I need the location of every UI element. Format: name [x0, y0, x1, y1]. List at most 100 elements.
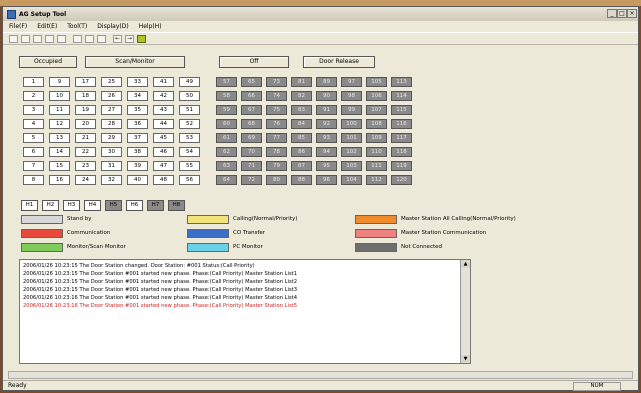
station-cell[interactable]: 32 — [101, 175, 122, 185]
station-cell[interactable]: 88 — [291, 175, 312, 185]
station-cell[interactable]: 76 — [266, 119, 287, 129]
cut-icon[interactable] — [73, 35, 82, 43]
station-cell[interactable]: 4 — [23, 119, 44, 129]
station-cell[interactable]: 66 — [241, 91, 262, 101]
close-icon[interactable]: × — [627, 9, 637, 18]
station-cell[interactable]: 34 — [127, 91, 148, 101]
station-cell[interactable]: 95 — [316, 161, 337, 171]
station-cell[interactable]: 20 — [75, 119, 96, 129]
station-cell[interactable]: 118 — [391, 147, 412, 157]
station-cell[interactable]: 68 — [241, 119, 262, 129]
station-cell[interactable]: 35 — [127, 105, 148, 115]
station-cell[interactable]: 62 — [216, 147, 237, 157]
station-cell[interactable]: 18 — [75, 91, 96, 101]
station-cell[interactable]: 30 — [101, 147, 122, 157]
station-cell[interactable]: 19 — [75, 105, 96, 115]
station-cell[interactable]: 112 — [366, 175, 387, 185]
station-cell[interactable]: 73 — [266, 77, 287, 87]
station-cell[interactable]: 52 — [179, 119, 200, 129]
h-cell[interactable]: H7 — [147, 200, 164, 211]
station-cell[interactable]: 74 — [266, 91, 287, 101]
station-cell[interactable]: 103 — [341, 161, 362, 171]
station-cell[interactable]: 60 — [216, 119, 237, 129]
station-cell[interactable]: 5 — [23, 133, 44, 143]
station-cell[interactable]: 28 — [101, 119, 122, 129]
station-cell[interactable]: 111 — [366, 161, 387, 171]
station-cell[interactable]: 120 — [391, 175, 412, 185]
off-button[interactable]: Off — [219, 56, 289, 68]
station-cell[interactable]: 116 — [391, 119, 412, 129]
station-cell[interactable]: 78 — [266, 147, 287, 157]
back-arrow-icon[interactable]: ← — [113, 35, 122, 43]
station-cell[interactable]: 96 — [316, 175, 337, 185]
station-cell[interactable]: 36 — [127, 119, 148, 129]
station-cell[interactable]: 2 — [23, 91, 44, 101]
open-folder-icon[interactable] — [21, 35, 30, 43]
station-cell[interactable]: 87 — [291, 161, 312, 171]
station-cell[interactable]: 14 — [49, 147, 70, 157]
station-cell[interactable]: 15 — [49, 161, 70, 171]
station-cell[interactable]: 7 — [23, 161, 44, 171]
h-cell[interactable]: H3 — [63, 200, 80, 211]
station-cell[interactable]: 37 — [127, 133, 148, 143]
minimize-icon[interactable]: _ — [607, 9, 617, 18]
log-vertical-scrollbar[interactable]: ▲ ▼ — [460, 260, 470, 363]
station-cell[interactable]: 22 — [75, 147, 96, 157]
station-cell[interactable]: 12 — [49, 119, 70, 129]
station-cell[interactable]: 83 — [291, 105, 312, 115]
occupied-button[interactable]: Occupied — [19, 56, 77, 68]
station-cell[interactable]: 13 — [49, 133, 70, 143]
station-cell[interactable]: 69 — [241, 133, 262, 143]
station-cell[interactable]: 84 — [291, 119, 312, 129]
station-cell[interactable]: 8 — [23, 175, 44, 185]
station-cell[interactable]: 86 — [291, 147, 312, 157]
scroll-up-icon[interactable]: ▲ — [461, 260, 470, 268]
station-cell[interactable]: 27 — [101, 105, 122, 115]
station-cell[interactable]: 115 — [391, 105, 412, 115]
station-cell[interactable]: 17 — [75, 77, 96, 87]
station-cell[interactable]: 63 — [216, 161, 237, 171]
station-cell[interactable]: 107 — [366, 105, 387, 115]
station-cell[interactable]: 61 — [216, 133, 237, 143]
station-cell[interactable]: 59 — [216, 105, 237, 115]
h-cell[interactable]: H5 — [105, 200, 122, 211]
station-cell[interactable]: 80 — [266, 175, 287, 185]
station-cell[interactable]: 42 — [153, 91, 174, 101]
print-icon[interactable] — [57, 35, 66, 43]
station-cell[interactable]: 93 — [316, 133, 337, 143]
station-cell[interactable]: 54 — [179, 147, 200, 157]
station-cell[interactable]: 82 — [291, 91, 312, 101]
station-cell[interactable]: 51 — [179, 105, 200, 115]
station-cell[interactable]: 3 — [23, 105, 44, 115]
station-cell[interactable]: 77 — [266, 133, 287, 143]
station-cell[interactable]: 114 — [391, 91, 412, 101]
menu-edit[interactable]: Edit(E) — [37, 23, 57, 30]
station-cell[interactable]: 75 — [266, 105, 287, 115]
station-cell[interactable]: 39 — [127, 161, 148, 171]
station-cell[interactable]: 70 — [241, 147, 262, 157]
station-cell[interactable]: 29 — [101, 133, 122, 143]
horizontal-scrollbar[interactable] — [8, 371, 633, 379]
h-cell[interactable]: H1 — [21, 200, 38, 211]
station-cell[interactable]: 24 — [75, 175, 96, 185]
station-cell[interactable]: 119 — [391, 161, 412, 171]
scan-monitor-button[interactable]: Scan/Monitor — [85, 56, 185, 68]
station-cell[interactable]: 71 — [241, 161, 262, 171]
station-cell[interactable]: 23 — [75, 161, 96, 171]
station-cell[interactable]: 113 — [391, 77, 412, 87]
station-cell[interactable]: 26 — [101, 91, 122, 101]
station-cell[interactable]: 64 — [216, 175, 237, 185]
station-cell[interactable]: 110 — [366, 147, 387, 157]
maximize-icon[interactable]: □ — [617, 9, 627, 18]
station-cell[interactable]: 108 — [366, 119, 387, 129]
station-cell[interactable]: 94 — [316, 147, 337, 157]
station-cell[interactable]: 9 — [49, 77, 70, 87]
new-file-icon[interactable] — [9, 35, 18, 43]
menu-display[interactable]: Display(D) — [97, 23, 128, 30]
station-cell[interactable]: 85 — [291, 133, 312, 143]
paste-icon[interactable] — [97, 35, 106, 43]
station-cell[interactable]: 102 — [341, 147, 362, 157]
station-cell[interactable]: 101 — [341, 133, 362, 143]
station-cell[interactable]: 10 — [49, 91, 70, 101]
station-cell[interactable]: 92 — [316, 119, 337, 129]
